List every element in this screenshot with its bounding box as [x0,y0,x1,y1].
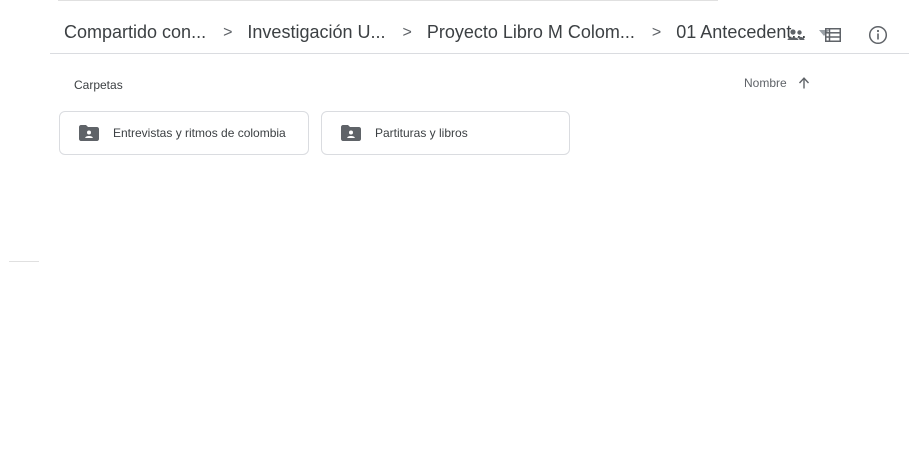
shared-folder-icon [341,125,361,141]
breadcrumb-separator: > [223,23,233,41]
breadcrumb-item-shared[interactable]: Compartido con... [62,22,208,43]
breadcrumb: Compartido con... > Investigación U... >… [62,22,830,43]
breadcrumb-item-proyecto[interactable]: Proyecto Libro M Colom... [425,22,637,43]
left-divider [9,261,39,262]
breadcrumb-item-investigacion[interactable]: Investigación U... [245,22,387,43]
sort-label: Nombre [744,76,787,90]
folders-section-label: Carpetas [74,78,123,92]
folder-card-entrevistas[interactable]: Entrevistas y ritmos de colombia [59,111,309,155]
folder-name: Entrevistas y ritmos de colombia [113,126,286,140]
folder-card-partituras[interactable]: Partituras y libros [321,111,570,155]
folder-name: Partituras y libros [375,126,468,140]
list-view-icon[interactable] [822,24,844,46]
sort-by-name-button[interactable]: Nombre [744,76,811,90]
breadcrumb-separator: > [402,23,412,41]
breadcrumb-separator: > [651,23,662,41]
info-icon[interactable] [867,24,889,46]
people-icon[interactable] [785,24,807,46]
arrow-up-icon[interactable] [797,76,811,90]
top-divider [58,0,718,1]
shared-folder-icon [79,125,99,141]
header-bar: Compartido con... > Investigación U... >… [50,14,909,54]
